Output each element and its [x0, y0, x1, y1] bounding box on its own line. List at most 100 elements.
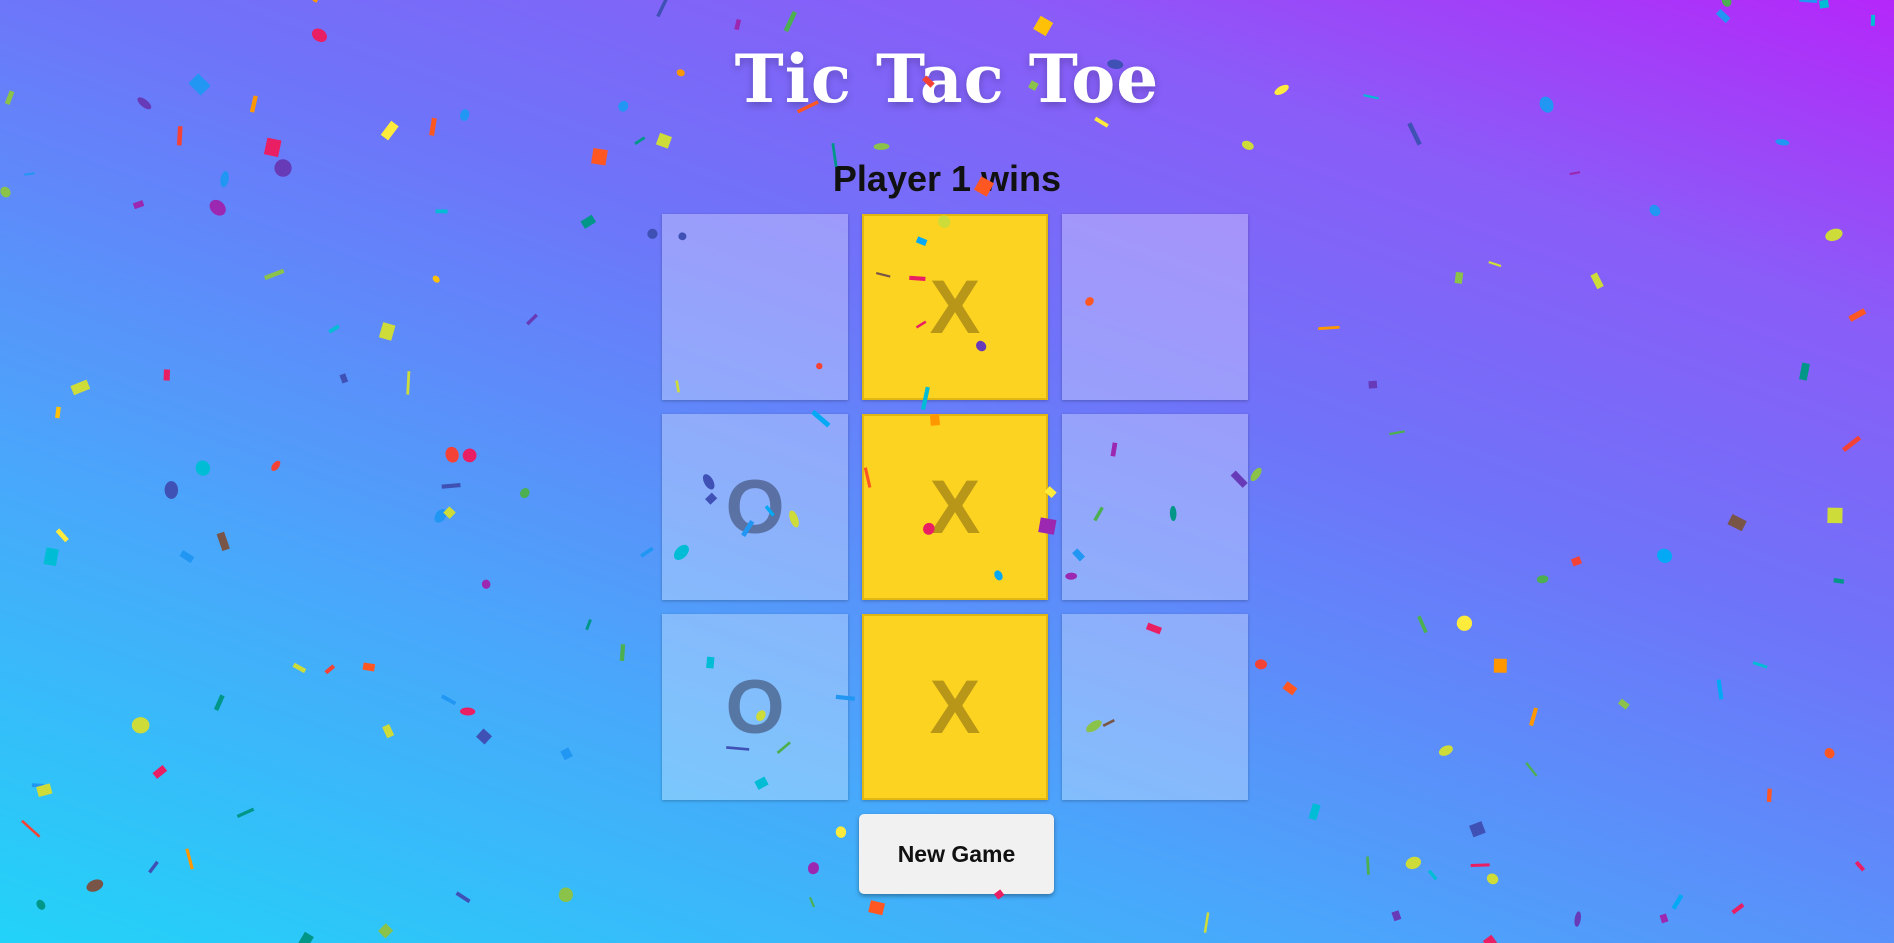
confetti-piece [435, 209, 448, 214]
confetti-piece [481, 579, 491, 589]
confetti-piece [378, 322, 396, 341]
confetti-piece [378, 923, 394, 939]
confetti-piece [1405, 856, 1422, 870]
confetti-piece [1033, 15, 1054, 37]
confetti-piece [520, 488, 530, 499]
cell-2-0[interactable]: O [662, 614, 848, 800]
confetti-piece [21, 819, 41, 838]
confetti-piece [808, 896, 815, 908]
confetti-piece [462, 448, 477, 463]
confetti-piece [1842, 435, 1862, 453]
confetti-piece [656, 0, 669, 18]
confetti-piece [1456, 615, 1473, 631]
confetti-piece [1649, 204, 1661, 217]
confetti-piece [1671, 893, 1684, 910]
confetti-piece [1799, 0, 1819, 3]
confetti-piece [873, 143, 890, 150]
confetti-piece [216, 531, 230, 552]
confetti-piece [1454, 271, 1464, 284]
confetti-piece [1659, 913, 1669, 924]
confetti-piece [634, 136, 646, 146]
cell-2-2[interactable] [1062, 614, 1248, 800]
confetti-piece [55, 406, 61, 419]
confetti-piece [445, 446, 459, 463]
confetti-piece [152, 764, 168, 779]
confetti-piece [1824, 748, 1835, 759]
confetti-piece [443, 506, 456, 519]
confetti-piece [36, 783, 53, 797]
confetti-piece [406, 371, 411, 395]
cell-0-2[interactable] [1062, 214, 1248, 400]
confetti-piece [1203, 912, 1210, 933]
confetti-piece [339, 373, 349, 384]
confetti-piece [298, 931, 314, 943]
confetti-piece [31, 783, 44, 788]
confetti-piece [1833, 578, 1845, 584]
cell-1-0[interactable]: O [662, 414, 848, 600]
confetti-piece [640, 546, 654, 558]
confetti-piece [835, 826, 847, 838]
confetti-piece [1525, 762, 1538, 777]
confetti-piece [185, 848, 194, 870]
confetti-piece [1870, 14, 1876, 26]
confetti-piece [432, 275, 440, 283]
confetti-piece [434, 508, 447, 523]
cell-1-2[interactable] [1062, 414, 1248, 600]
confetti-piece [1250, 467, 1262, 482]
confetti-piece [655, 132, 673, 149]
confetti-piece [1825, 228, 1843, 242]
confetti-piece [1427, 869, 1438, 881]
confetti-piece [271, 460, 281, 471]
confetti-piece [163, 369, 171, 381]
confetti-piece [1470, 863, 1490, 868]
confetti-piece [131, 717, 150, 734]
confetti-piece [1241, 140, 1254, 150]
confetti-piece [1727, 514, 1747, 532]
confetti-piece [1389, 430, 1405, 436]
cell-2-1[interactable]: X [862, 614, 1048, 800]
confetti-piece [179, 550, 195, 564]
confetti-piece [619, 644, 626, 662]
confetti-piece [1469, 821, 1486, 838]
confetti-piece [560, 747, 573, 761]
cell-1-1[interactable]: X [862, 414, 1048, 600]
confetti-piece [36, 899, 46, 910]
confetti-piece [132, 200, 145, 210]
confetti-piece [1529, 707, 1538, 727]
confetti-piece [1752, 661, 1768, 669]
game-status: Player 1 wins [832, 158, 1062, 199]
confetti-piece [585, 618, 592, 631]
confetti-piece [455, 891, 471, 904]
confetti-piece [1366, 856, 1370, 875]
confetti-piece [1094, 116, 1109, 128]
confetti-piece [324, 664, 336, 675]
confetti-piece [1716, 679, 1724, 700]
confetti-piece [1715, 8, 1731, 24]
confetti-piece [1848, 308, 1867, 322]
confetti-piece [70, 379, 91, 396]
confetti-piece [1731, 903, 1745, 915]
confetti-piece [1488, 260, 1502, 268]
confetti-piece [1721, 0, 1732, 7]
cell-0-1[interactable]: X [862, 214, 1048, 400]
confetti-piece [382, 724, 395, 739]
confetti-piece [236, 807, 255, 818]
confetti-piece [148, 860, 159, 874]
confetti-piece [264, 268, 285, 281]
confetti-piece [312, 0, 326, 3]
confetti-piece [429, 117, 437, 136]
confetti-piece [195, 460, 211, 476]
confetti-piece [176, 126, 183, 146]
confetti-piece [1391, 910, 1402, 922]
confetti-piece [1854, 860, 1866, 872]
confetti-piece [1775, 139, 1790, 146]
confetti-piece [1657, 548, 1673, 563]
confetti-piece [213, 694, 225, 711]
confetti-piece [526, 313, 538, 326]
game-title: Tic Tac Toe [734, 40, 1160, 118]
confetti-piece [1417, 615, 1428, 634]
new-game-button[interactable]: New Game [859, 814, 1054, 894]
confetti-piece [1570, 556, 1583, 567]
cell-0-0[interactable] [662, 214, 848, 400]
confetti-piece [43, 547, 59, 567]
